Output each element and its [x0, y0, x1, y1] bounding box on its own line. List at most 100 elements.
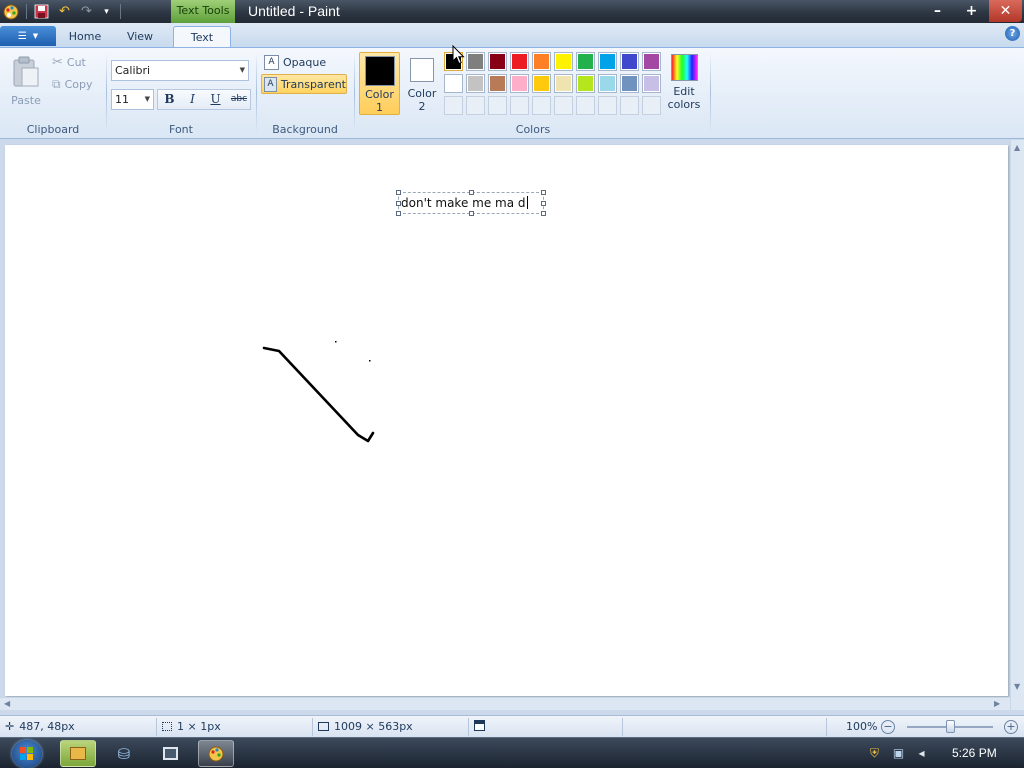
zoom-out-button[interactable]: −	[881, 720, 895, 734]
custom-color-slot[interactable]	[620, 96, 639, 115]
copy-button[interactable]: ⧉ Copy	[52, 77, 92, 92]
taskbar-item-network[interactable]: ⛁	[106, 740, 142, 767]
tab-home[interactable]: Home	[60, 26, 110, 47]
ribbon: Paste ✂ Cut ⧉ Copy Clipboard Calibri ▼ 1…	[0, 47, 1024, 139]
network-tray-icon[interactable]: ▣	[891, 746, 906, 761]
palette-swatch[interactable]	[576, 52, 595, 71]
palette-swatch[interactable]	[642, 74, 661, 93]
copy-label: Copy	[64, 78, 93, 91]
font-family-select[interactable]: Calibri ▼	[111, 60, 249, 81]
drawing-canvas[interactable]: don't make me ma d	[5, 145, 1008, 696]
mouse-pointer-icon	[452, 45, 465, 65]
palette-swatch[interactable]	[488, 74, 507, 93]
palette-swatch[interactable]	[642, 52, 661, 71]
volume-muted-icon[interactable]: ◂	[914, 746, 929, 761]
paint-menu-button[interactable]: ☰ ▼	[0, 26, 56, 46]
text-box-text: don't make me ma d	[401, 196, 526, 210]
palette-swatch[interactable]	[510, 74, 529, 93]
paint-app-icon[interactable]	[2, 3, 21, 20]
transparent-label: Transparent	[280, 77, 346, 91]
text-box[interactable]: don't make me ma d	[396, 190, 546, 216]
scroll-right-icon[interactable]: ▶	[994, 699, 1000, 708]
zoom-slider-thumb[interactable]	[946, 720, 955, 733]
resize-handle-ne[interactable]	[541, 190, 546, 195]
strikethrough-button[interactable]: abc	[228, 90, 250, 109]
resize-handle-n[interactable]	[469, 190, 474, 195]
opaque-option[interactable]: A Opaque	[262, 52, 348, 72]
paint-icon	[208, 746, 223, 762]
font-size-select[interactable]: 11 ▼	[111, 89, 154, 110]
taskbar-item-explorer[interactable]	[60, 740, 96, 767]
palette-swatch[interactable]	[598, 52, 617, 71]
paint-window: ↶ ↷ ▾ Text Tools Untitled - Paint – + ✕ …	[0, 0, 1024, 768]
contextual-tab-label: Text Tools	[171, 0, 235, 23]
custom-color-slot[interactable]	[642, 96, 661, 115]
resize-handle-sw[interactable]	[396, 211, 401, 216]
tab-view[interactable]: View	[116, 26, 164, 47]
palette-swatch[interactable]	[620, 52, 639, 71]
clipboard-group-label: Clipboard	[26, 123, 80, 136]
edit-colors-button[interactable]: Edit colors	[666, 52, 702, 115]
zoom-in-button[interactable]: +	[1004, 720, 1018, 734]
scroll-up-icon[interactable]: ▲	[1014, 143, 1020, 152]
maximize-button[interactable]: +	[955, 0, 988, 22]
minimize-button[interactable]: –	[921, 0, 954, 22]
customize-quick-access-icon[interactable]: ▾	[98, 3, 115, 20]
custom-color-slot[interactable]	[488, 96, 507, 115]
help-icon[interactable]: ?	[1005, 26, 1020, 41]
color1-button[interactable]: Color 1	[359, 52, 400, 115]
palette-swatch[interactable]	[444, 74, 463, 93]
resize-handle-se[interactable]	[541, 211, 546, 216]
palette-swatch[interactable]	[532, 52, 551, 71]
resize-handle-e[interactable]	[541, 201, 546, 206]
menu-icon: ☰	[17, 30, 27, 42]
scroll-left-icon[interactable]: ◀	[4, 699, 10, 708]
custom-color-slot[interactable]	[598, 96, 617, 115]
palette-swatch[interactable]	[598, 74, 617, 93]
palette-swatch[interactable]	[466, 52, 485, 71]
opaque-label: Opaque	[283, 55, 327, 69]
custom-color-slot[interactable]	[444, 96, 463, 115]
taskbar-item-app[interactable]	[152, 740, 188, 767]
paste-icon	[13, 56, 39, 87]
security-shield-icon[interactable]: ⛨	[867, 746, 882, 761]
underline-button[interactable]: U	[205, 90, 226, 109]
start-button[interactable]	[12, 740, 42, 768]
colors-group-label: Colors	[515, 123, 551, 136]
palette-swatch[interactable]	[488, 52, 507, 71]
palette-swatch[interactable]	[466, 74, 485, 93]
save-icon[interactable]	[33, 3, 50, 20]
palette-swatch[interactable]	[620, 74, 639, 93]
cut-label: Cut	[66, 56, 86, 69]
color2-number: 2	[418, 100, 426, 113]
vertical-scrollbar[interactable]: ▲ ▼	[1010, 140, 1024, 710]
undo-icon[interactable]: ↶	[56, 3, 73, 20]
redo-icon[interactable]: ↷	[78, 3, 95, 20]
palette-swatch[interactable]	[554, 74, 573, 93]
bold-button[interactable]: B	[159, 90, 180, 109]
resize-handle-s[interactable]	[469, 211, 474, 216]
opaque-icon: A	[264, 54, 279, 70]
transparent-option[interactable]: A Transparent	[261, 74, 347, 94]
italic-button[interactable]: I	[182, 90, 203, 109]
color2-button[interactable]: Color 2	[403, 52, 441, 115]
taskbar-clock[interactable]: 5:26 PM	[952, 746, 997, 760]
resize-handle-w[interactable]	[396, 201, 401, 206]
cut-button[interactable]: ✂ Cut	[52, 55, 86, 70]
palette-swatch[interactable]	[510, 52, 529, 71]
resize-handle-nw[interactable]	[396, 190, 401, 195]
custom-color-slot[interactable]	[554, 96, 573, 115]
scroll-down-icon[interactable]: ▼	[1014, 682, 1020, 691]
close-button[interactable]: ✕	[989, 0, 1022, 22]
paste-button[interactable]: Paste	[6, 52, 46, 112]
text-box-content[interactable]: don't make me ma d	[401, 196, 528, 210]
custom-color-slot[interactable]	[510, 96, 529, 115]
palette-swatch[interactable]	[532, 74, 551, 93]
palette-swatch[interactable]	[576, 74, 595, 93]
custom-color-slot[interactable]	[532, 96, 551, 115]
horizontal-scrollbar[interactable]: ◀ ▶	[0, 697, 1010, 710]
custom-color-slot[interactable]	[576, 96, 595, 115]
palette-swatch[interactable]	[554, 52, 573, 71]
taskbar-item-paint[interactable]	[198, 740, 234, 767]
custom-color-slot[interactable]	[466, 96, 485, 115]
